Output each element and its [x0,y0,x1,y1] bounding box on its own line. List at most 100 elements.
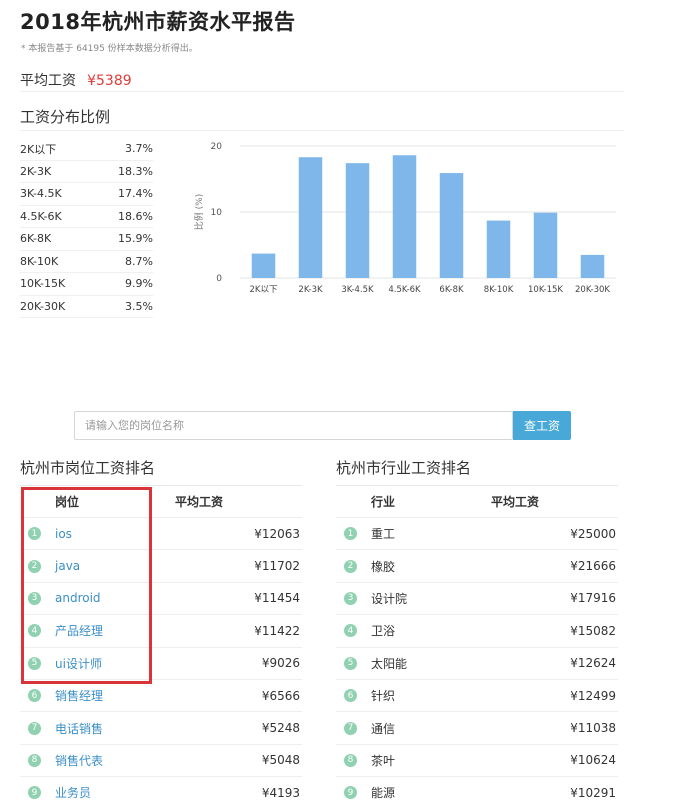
industry-col-salary: 平均工资 [491,495,540,509]
distribution-row: 8K-10K 8.7% [20,251,153,273]
distribution-table: 2K以下 3.7% 2K-3K 18.3% 3K-4.5K 17.4% 4.5K-6K 18.… [20,138,153,318]
industry-name: 太阳能 [371,656,408,671]
job-link[interactable]: 销售代表 [55,752,175,769]
rank-badge: 5 [344,656,357,670]
average-salary: ¥11702 [254,559,300,574]
job-col-salary: 平均工资 [175,495,224,509]
search-salary-button[interactable]: 查工资 [513,411,571,440]
bar-3 [392,155,417,278]
rank-badge: 4 [344,624,357,638]
average-salary-row: 平均工资 ¥5389 [20,70,624,92]
industry-col-name: 行业 [371,495,396,509]
page-title: 2018年杭州市薪资水平报告 [20,10,296,34]
bar-6 [533,212,558,278]
distribution-pct: 17.4% [118,187,153,201]
bar-7 [580,254,605,278]
distribution-row: 10K-15K 9.9% [20,273,153,296]
distribution-pct: 8.7% [125,254,153,268]
industry-ranking-panel: 杭州市行业工资排名 行业 平均工资 1 重工 ¥25000 2 橡胶 ¥21666 3 设计院… [336,457,618,800]
rank-badge: 6 [344,689,357,703]
rank-badge: 2 [344,559,357,573]
average-salary-value: ¥5389 [87,73,132,89]
rank-badge: 7 [344,721,357,735]
ranking-row: 2 橡胶 ¥21666 [336,550,618,583]
y-axis-label: 比例 (%) [193,194,205,230]
x-tick-label: 4.5K-6K [388,285,421,295]
distribution-range: 3K-4.5K [20,187,62,201]
average-salary: ¥9026 [261,656,300,671]
x-tick-label: 8K-10K [484,285,514,295]
ranking-row: 8 茶叶 ¥10624 [336,745,618,778]
distribution-row: 2K以下 3.7% [20,138,153,161]
ranking-row: 9 业务员 ¥4193 [20,777,302,800]
y-tick-label: 0 [216,274,222,284]
average-salary: ¥12063 [254,526,300,541]
ranking-row: 1 重工 ¥25000 [336,518,618,551]
job-link[interactable]: 电话销售 [55,720,175,737]
highlight-box [21,487,152,684]
distribution-title: 工资分布比例 [20,108,111,126]
industry-name: 重工 [371,527,396,542]
average-salary: ¥12624 [570,656,616,671]
average-salary: ¥10291 [570,785,616,800]
bar-2 [345,163,370,278]
average-salary: ¥11454 [254,591,300,606]
distribution-row: 6K-8K 15.9% [20,228,153,251]
y-tick-label: 10 [211,208,223,218]
average-salary: ¥5248 [261,721,300,736]
distribution-pct: 18.3% [118,164,153,178]
x-tick-label: 10K-15K [528,285,563,295]
industry-name: 卫浴 [371,624,396,639]
average-salary: ¥17916 [570,591,616,606]
industry-name: 针织 [371,689,396,704]
report-note: * 本报告基于 64195 份样本数据分析得出。 [21,44,198,54]
rank-badge: 9 [344,786,357,800]
distribution-range: 6K-8K [20,232,52,246]
job-search-input[interactable] [74,411,513,440]
ranking-row: 7 电话销售 ¥5248 [20,712,302,745]
distribution-range: 20K-30K [20,299,66,313]
distribution-pct: 3.5% [125,299,153,313]
distribution-pct: 9.9% [125,277,153,291]
x-tick-label: 20K-30K [575,285,610,295]
distribution-range: 2K以下 [20,142,57,156]
ranking-row: 3 设计院 ¥17916 [336,583,618,616]
bar-4 [439,173,464,278]
average-salary-label: 平均工资 [20,73,76,89]
average-salary: ¥5048 [261,753,300,768]
average-salary: ¥6566 [261,688,300,703]
rank-badge: 8 [344,753,357,767]
ranking-row: 8 销售代表 ¥5048 [20,745,302,778]
distribution-row: 3K-4.5K 17.4% [20,183,153,206]
industry-name: 通信 [371,721,396,736]
x-tick-label: 2K-3K [298,285,323,295]
job-link[interactable]: 销售经理 [55,687,175,704]
average-salary: ¥4193 [261,785,300,800]
industry-name: 设计院 [371,591,408,606]
distribution-row: 2K-3K 18.3% [20,161,153,183]
job-ranking-title: 杭州市岗位工资排名 [20,459,156,477]
rank-badge: 3 [344,591,357,605]
distribution-divider [20,130,624,131]
industry-ranking-title: 杭州市行业工资排名 [336,459,472,477]
job-link[interactable]: 业务员 [55,784,175,800]
distribution-pct: 3.7% [125,142,153,156]
average-salary: ¥12499 [570,688,616,703]
y-tick-label: 20 [211,142,223,152]
bar-1 [298,157,323,278]
salary-distribution-chart: 0 10 20 比例 (%) 2K以下 2K-3K 3K-4.5K 4.5K-6K 6K-8K 8… [193,142,616,295]
industry-name: 茶叶 [371,753,396,768]
x-tick-label: 3K-4.5K [341,285,374,295]
x-tick-label: 6K-8K [439,285,464,295]
average-salary: ¥25000 [570,526,616,541]
average-salary: ¥15082 [570,623,616,638]
distribution-pct: 18.6% [118,209,153,223]
industry-ranking-header: 行业 平均工资 [336,486,618,518]
average-salary: ¥10624 [570,753,616,768]
industry-name: 橡胶 [371,559,396,574]
distribution-range: 8K-10K [20,254,59,268]
ranking-row: 7 通信 ¥11038 [336,712,618,745]
ranking-row: 4 卫浴 ¥15082 [336,615,618,648]
distribution-row: 20K-30K 3.5% [20,296,153,318]
average-salary: ¥11422 [254,623,300,638]
